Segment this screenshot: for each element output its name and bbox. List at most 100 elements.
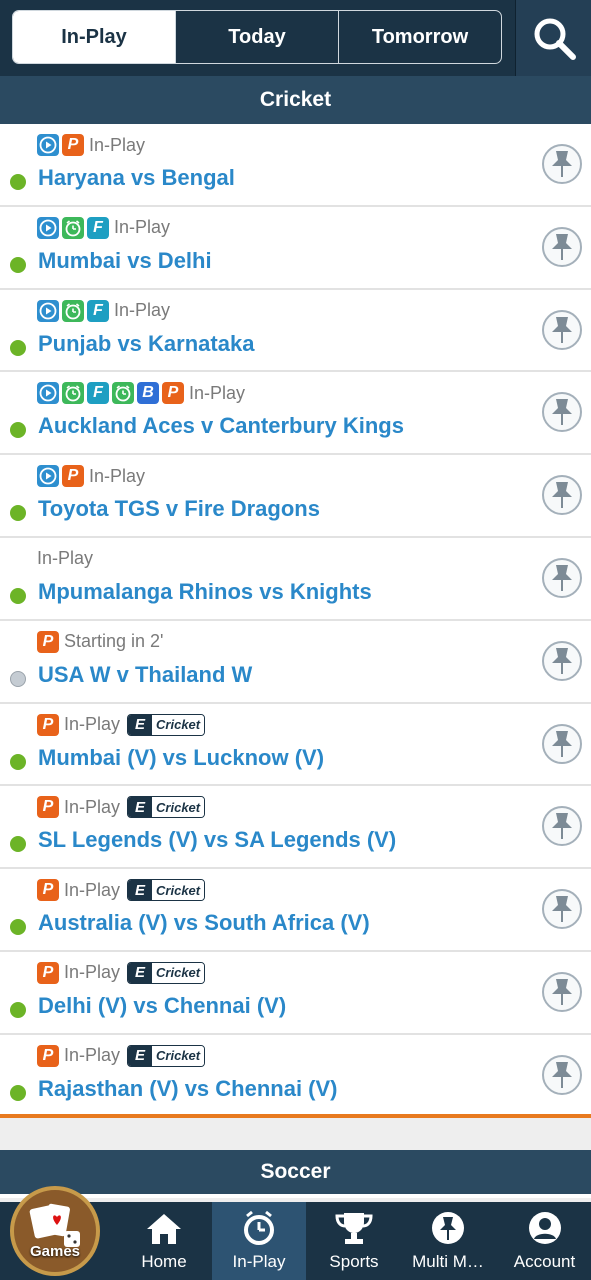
match-title[interactable]: Mumbai (V) vs Lucknow (V) xyxy=(38,745,324,771)
pin-button[interactable] xyxy=(542,392,582,433)
live-dot-icon xyxy=(10,1001,26,1018)
match-title[interactable]: Punjab vs Karnataka xyxy=(38,331,254,357)
live-dot-icon xyxy=(10,174,26,190)
match-status: In-Play xyxy=(64,1045,121,1066)
pin-icon xyxy=(552,1061,572,1088)
pin-button[interactable] xyxy=(542,640,582,681)
match-row[interactable]: P Starting in 2' USA W v Thailand W xyxy=(0,620,591,704)
match-badges: P In-Play E Cricket xyxy=(37,713,206,737)
match-row[interactable]: P In-Play Haryana vs Bengal xyxy=(0,124,591,207)
p-badge-icon: P xyxy=(62,465,84,488)
ecricket-badge-label: Cricket xyxy=(152,797,205,818)
pin-button[interactable] xyxy=(542,1054,582,1095)
tab-tomorrow[interactable]: Tomorrow xyxy=(339,11,501,63)
match-row[interactable]: P In-Play E Cricket Delhi (V) vs Chennai (V) xyxy=(0,951,591,1035)
nav-in-play-label: In-Play xyxy=(232,1252,286,1271)
match-status: In-Play xyxy=(114,217,171,238)
live-dot-icon xyxy=(10,256,26,273)
pin-icon xyxy=(552,813,572,840)
tab-in-play[interactable]: In-Play xyxy=(13,11,176,63)
match-title[interactable]: Auckland Aces v Canterbury Kings xyxy=(38,413,404,439)
ecricket-badge-e: E xyxy=(128,714,153,735)
match-title[interactable]: Mumbai vs Delhi xyxy=(38,248,212,274)
match-status: In-Play xyxy=(189,382,246,403)
match-row[interactable]: F B P In-Play Auckland Aces v Canterbury Kin… xyxy=(0,372,591,456)
match-row[interactable]: F In-Play Punjab vs Karnataka xyxy=(0,289,591,373)
match-row[interactable]: P In-Play E Cricket Rajasthan (V) vs Chennai… xyxy=(0,1034,591,1118)
top-bar: In-Play Today Tomorrow xyxy=(0,0,591,76)
nav-sports[interactable]: Sports xyxy=(308,1202,400,1280)
account-icon xyxy=(528,1212,561,1244)
match-title[interactable]: Rajasthan (V) vs Chennai (V) xyxy=(38,1076,338,1102)
match-row[interactable]: P In-Play E Cricket Australia (V) vs South A… xyxy=(0,869,591,952)
pin-button[interactable] xyxy=(542,144,582,184)
nav-home[interactable]: Home xyxy=(118,1202,210,1280)
match-title[interactable]: SL Legends (V) vs SA Legends (V) xyxy=(38,827,396,853)
match-row[interactable]: P In-Play E Cricket Mumbai (V) vs Lucknow (V… xyxy=(0,703,591,787)
match-status: In-Play xyxy=(37,548,94,569)
live-dot-icon xyxy=(10,339,26,356)
match-title[interactable]: Haryana vs Bengal xyxy=(38,165,235,191)
match-row[interactable]: P In-Play E Cricket SL Legends (V) vs SA Leg… xyxy=(0,786,591,870)
live-stream-icon xyxy=(37,465,59,488)
pin-button[interactable] xyxy=(542,309,582,350)
nav-account[interactable]: Account xyxy=(498,1202,591,1280)
live-dot-icon xyxy=(10,919,26,936)
pin-button[interactable] xyxy=(542,475,582,516)
divider xyxy=(0,1114,591,1118)
pin-button[interactable] xyxy=(542,971,582,1012)
match-title[interactable]: Mpumalanga Rhinos vs Knights xyxy=(38,579,372,605)
section-header-cricket: Cricket xyxy=(0,76,591,124)
pin-icon xyxy=(552,978,572,1005)
match-badges: In-Play xyxy=(37,547,93,571)
games-label: Games xyxy=(29,1243,81,1260)
match-row[interactable]: F In-Play Mumbai vs Delhi xyxy=(0,206,591,290)
match-title[interactable]: Delhi (V) vs Chennai (V) xyxy=(38,993,286,1019)
nav-home-label: Home xyxy=(141,1252,187,1271)
match-badges: P In-Play xyxy=(37,464,145,488)
match-title[interactable]: Toyota TGS v Fire Dragons xyxy=(38,496,320,522)
pin-icon xyxy=(552,151,572,177)
pin-button[interactable] xyxy=(542,806,582,847)
timer-icon xyxy=(62,216,84,239)
match-status: In-Play xyxy=(89,465,146,486)
p-badge-icon: P xyxy=(37,713,59,736)
tab-today[interactable]: Today xyxy=(176,11,339,63)
match-status: In-Play xyxy=(64,962,121,983)
match-badges: F B P In-Play xyxy=(37,381,245,405)
pin-icon xyxy=(552,896,572,923)
p-badge-icon: P xyxy=(37,630,59,653)
nav-multi-markets-label: Multi M… xyxy=(412,1252,484,1271)
games-button[interactable]: Games xyxy=(10,1186,100,1276)
pin-button[interactable] xyxy=(542,557,582,598)
section-header-soccer[interactable]: Soccer xyxy=(0,1150,591,1198)
f-badge-icon: F xyxy=(87,299,109,322)
timer-icon xyxy=(112,382,134,405)
match-title[interactable]: Australia (V) vs South Africa (V) xyxy=(38,910,370,936)
timer-icon xyxy=(62,299,84,322)
match-list: P In-Play Haryana vs Bengal F In-Play Mumbai … xyxy=(0,124,591,1118)
pin-button[interactable] xyxy=(542,723,582,764)
nav-in-play[interactable]: In-Play xyxy=(212,1202,306,1280)
ecricket-badge-e: E xyxy=(128,880,153,901)
pin-icon xyxy=(552,399,572,426)
p-badge-icon: P xyxy=(37,1044,59,1067)
match-title[interactable]: USA W v Thailand W xyxy=(38,662,252,688)
pin-icon xyxy=(432,1212,464,1244)
match-status: In-Play xyxy=(64,796,121,817)
upcoming-dot-icon xyxy=(10,670,26,687)
ecricket-badge-e: E xyxy=(128,962,153,983)
ecricket-badge-e: E xyxy=(128,797,153,818)
match-row[interactable]: P In-Play Toyota TGS v Fire Dragons xyxy=(0,455,591,538)
match-status: In-Play xyxy=(64,879,121,900)
match-row[interactable]: In-Play Mpumalanga Rhinos vs Knights xyxy=(0,537,591,621)
search-button[interactable] xyxy=(515,0,591,76)
match-badges: P In-Play E Cricket xyxy=(37,878,206,902)
date-tabs: In-Play Today Tomorrow xyxy=(12,10,502,64)
pin-button[interactable] xyxy=(542,889,582,930)
match-badges: P In-Play E Cricket xyxy=(37,961,206,985)
pin-button[interactable] xyxy=(542,226,582,267)
nav-multi-markets[interactable]: Multi M… xyxy=(400,1202,496,1280)
ecricket-badge-label: Cricket xyxy=(152,1045,205,1066)
live-dot-icon xyxy=(10,753,26,770)
